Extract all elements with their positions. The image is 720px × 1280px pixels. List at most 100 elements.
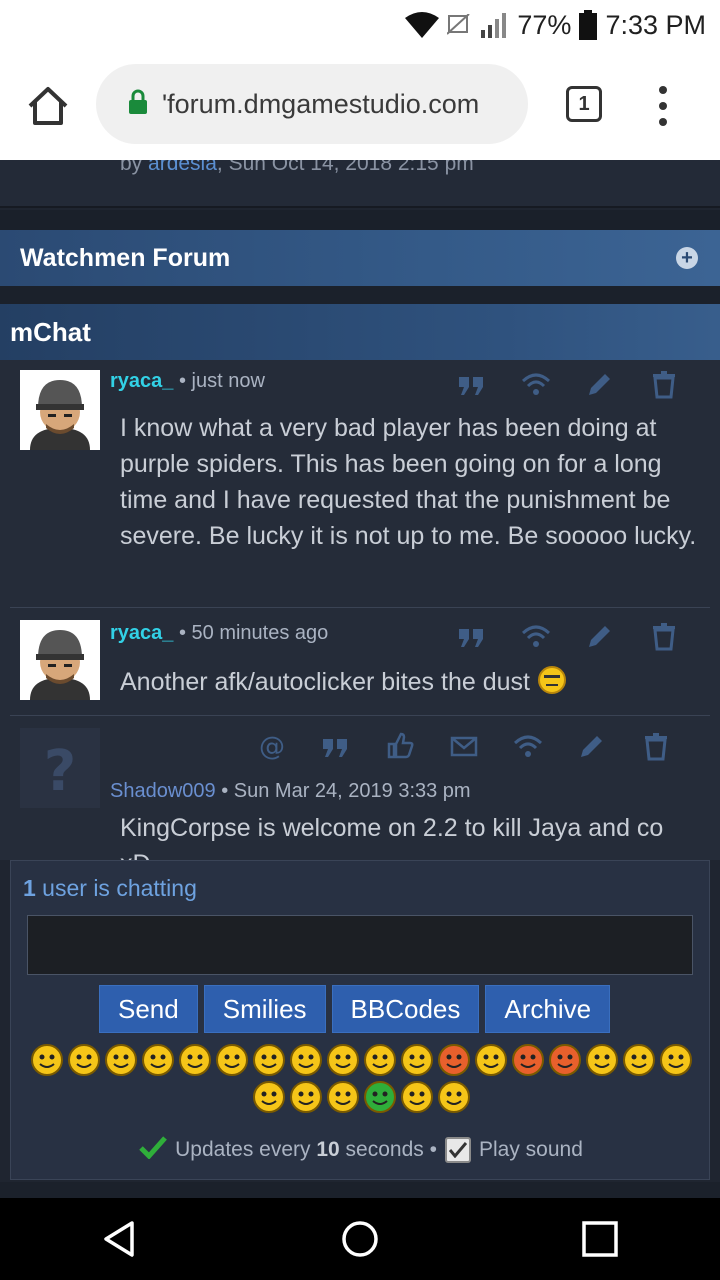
smiley-idea-icon[interactable]	[252, 1080, 286, 1114]
smiley-nerd-icon[interactable]	[67, 1043, 101, 1077]
smiley-green-icon[interactable]	[363, 1080, 397, 1114]
divider	[0, 210, 720, 230]
quote-icon[interactable]	[304, 726, 368, 766]
smilies-button[interactable]: Smilies	[203, 985, 326, 1033]
smiley-squint-icon[interactable]	[363, 1043, 397, 1077]
play-sound-checkbox[interactable]	[444, 1137, 471, 1163]
expand-plus-icon[interactable]: +	[676, 247, 698, 269]
smiley-goggle-icon[interactable]	[474, 1043, 508, 1077]
chat-message-input[interactable]	[27, 915, 693, 975]
recents-square-icon[interactable]	[570, 1209, 630, 1269]
lock-icon	[128, 89, 148, 120]
tab-switcher-button[interactable]: 1	[566, 86, 602, 122]
smiley-cool-icon[interactable]	[289, 1043, 323, 1077]
edit-pencil-icon[interactable]	[560, 726, 624, 766]
nerd-smiley-icon	[537, 666, 566, 694]
send-button[interactable]: Send	[99, 985, 198, 1033]
battery-icon	[579, 10, 598, 40]
smiley-neutral-icon[interactable]	[326, 1080, 360, 1114]
smiley-picker	[21, 1043, 701, 1114]
play-sound-label[interactable]: Play sound	[479, 1138, 583, 1162]
mention-at-icon[interactable]: @	[240, 726, 304, 766]
smiley-question-icon[interactable]	[659, 1043, 693, 1077]
wifi-icon	[405, 12, 440, 38]
address-bar[interactable]: 'forum.dmgamestudio.com	[96, 64, 528, 144]
like-thumb-icon[interactable]	[368, 726, 432, 766]
mchat-header: mChat	[0, 304, 720, 360]
message-text: I know what a very bad player has been d…	[120, 414, 697, 550]
message-actions	[440, 364, 696, 404]
smiley-laugh-icon[interactable]	[30, 1043, 64, 1077]
chat-input-panel: 1 user is chatting Send Smilies BBCodes …	[10, 860, 710, 1180]
smiley-arrow-icon[interactable]	[289, 1080, 323, 1114]
message-time: • just now	[173, 370, 265, 392]
svg-text:?: ?	[44, 739, 76, 804]
message-text: Another afk/autoclicker bites the dust	[120, 664, 700, 700]
last-post-snippet: by ardesia, Sun Oct 14, 2018 2:15 pm	[0, 160, 720, 208]
message-username[interactable]: ryaca_	[110, 622, 173, 644]
delete-trash-icon[interactable]	[632, 364, 696, 404]
quote-icon[interactable]	[440, 616, 504, 656]
message-actions: @	[240, 726, 688, 766]
smiley-shock-icon[interactable]	[178, 1043, 212, 1077]
delete-trash-icon[interactable]	[624, 726, 688, 766]
chat-message: ryaca_ • just now I know what a very bad…	[10, 360, 710, 608]
chat-message-list[interactable]: ryaca_ • just now I know what a very bad…	[0, 360, 720, 860]
message-time: • 50 minutes ago	[173, 622, 329, 644]
smiley-grimace-icon[interactable]	[141, 1043, 175, 1077]
avatar[interactable]	[20, 620, 100, 700]
home-circle-icon[interactable]	[330, 1209, 390, 1269]
android-navigation-bar	[0, 1198, 720, 1280]
divider	[0, 286, 720, 304]
users-chatting-status[interactable]: 1 user is chatting	[23, 875, 197, 902]
forum-category-title[interactable]: Watchmen Forum	[20, 244, 230, 273]
last-post-byline: by ardesia, Sun Oct 14, 2018 2:15 pm	[120, 160, 474, 176]
smiley-exclaim-icon[interactable]	[622, 1043, 656, 1077]
message-username[interactable]: Shadow009	[110, 780, 216, 802]
back-triangle-icon[interactable]	[90, 1209, 150, 1269]
smiley-greennerd-icon[interactable]	[437, 1080, 471, 1114]
message-actions	[440, 616, 696, 656]
bbcodes-button[interactable]: BBCodes	[331, 985, 480, 1033]
whois-wifi-icon[interactable]	[504, 364, 568, 404]
clock: 7:33 PM	[605, 9, 706, 40]
home-icon[interactable]	[26, 84, 70, 128]
message-envelope-icon[interactable]	[432, 726, 496, 766]
smiley-glasses-icon[interactable]	[215, 1043, 249, 1077]
smiley-mad-icon[interactable]	[511, 1043, 545, 1077]
delete-trash-icon[interactable]	[632, 616, 696, 656]
edit-pencil-icon[interactable]	[568, 616, 632, 656]
message-time: • Sun Mar 24, 2019 3:33 pm	[215, 780, 471, 802]
smiley-worried-icon[interactable]	[252, 1043, 286, 1077]
message-username[interactable]: ryaca_	[110, 370, 173, 392]
users-chatting-count: 1	[23, 875, 36, 901]
smiley-furious-icon[interactable]	[548, 1043, 582, 1077]
divider	[0, 1182, 720, 1198]
smiley-smile-icon[interactable]	[400, 1043, 434, 1077]
whois-wifi-icon[interactable]	[496, 726, 560, 766]
avatar[interactable]: ?	[20, 728, 100, 808]
update-settings: Updates every 10 seconds • Play sound	[11, 1135, 711, 1165]
quote-icon[interactable]	[440, 364, 504, 404]
edit-pencil-icon[interactable]	[568, 364, 632, 404]
last-post-author-link[interactable]: ardesia	[148, 160, 217, 175]
overflow-menu-icon[interactable]	[656, 86, 670, 126]
smiley-sleepy-icon[interactable]	[585, 1043, 619, 1077]
message-meta: ryaca_ • just now	[110, 370, 265, 393]
chat-message: ryaca_ • 50 minutes ago Another afk/auto…	[10, 608, 710, 716]
update-interval-text: Updates every 10 seconds •	[175, 1138, 437, 1161]
smiley-wink-icon[interactable]	[104, 1043, 138, 1077]
chat-message: ? @ Shadow009 • Sun Mar 24, 2019 3:33 pm…	[10, 716, 710, 860]
smiley-angry-icon[interactable]	[437, 1043, 471, 1077]
signal-icon	[479, 12, 509, 38]
smiley-greenglasses-icon[interactable]	[400, 1080, 434, 1114]
checkmark-icon	[139, 1135, 167, 1165]
whois-wifi-icon[interactable]	[504, 616, 568, 656]
message-text: KingCorpse is welcome on 2.2 to kill Jay…	[120, 814, 664, 860]
message-meta: ryaca_ • 50 minutes ago	[110, 622, 328, 645]
page-content: by ardesia, Sun Oct 14, 2018 2:15 pm Wat…	[0, 160, 720, 1198]
forum-category-header[interactable]: Watchmen Forum +	[0, 230, 720, 286]
smiley-happy-icon[interactable]	[326, 1043, 360, 1077]
avatar[interactable]	[20, 370, 100, 450]
archive-button[interactable]: Archive	[485, 985, 611, 1033]
